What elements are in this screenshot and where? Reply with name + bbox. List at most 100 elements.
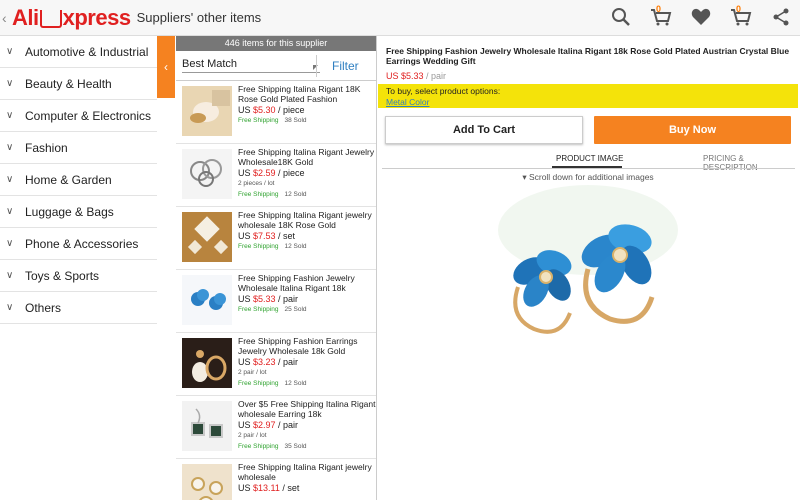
- aliexpress-logo[interactable]: Ali xpress: [12, 5, 131, 31]
- action-bar: ‹ Ali xpress Suppliers' other items 0 0: [0, 0, 800, 36]
- filter-button[interactable]: Filter: [332, 59, 359, 73]
- sort-label: Best Match: [182, 58, 238, 70]
- scroll-hint: ▾ Scroll down for additional images: [522, 172, 654, 182]
- item-name: Free Shipping Italina Rigant Jewelry Who…: [238, 147, 375, 167]
- chevron-down-icon: ∨: [6, 270, 14, 281]
- item-currency: US: [238, 168, 254, 178]
- free-shipping-label: Free Shipping: [238, 117, 279, 124]
- item-lot: 2 pair / lot: [238, 369, 267, 376]
- list-item[interactable]: Over $5 Free Shipping Italina Rigant who…: [176, 396, 376, 459]
- item-name: Free Shipping Italina Rigant 18K Rose Go…: [238, 84, 361, 104]
- cart-icon[interactable]: 0: [650, 4, 672, 28]
- product-image[interactable]: [492, 185, 684, 355]
- sort-dropdown[interactable]: Best Match: [182, 58, 320, 73]
- product-thumbnail: [182, 338, 232, 388]
- shopping-cart-icon[interactable]: 0: [730, 4, 752, 28]
- items-count-bar: 446 items for this supplier: [176, 36, 376, 51]
- category-item-toys-sports[interactable]: ∨ Toys & Sports: [0, 260, 157, 292]
- item-currency: US: [238, 420, 254, 430]
- item-currency: US: [238, 231, 254, 241]
- product-thumbnail: [182, 212, 232, 262]
- item-name: Free Shipping Italina Rigant jewelry who…: [238, 462, 372, 482]
- item-price: $5.33: [253, 294, 276, 304]
- item-name: Free Shipping Fashion Jewelry Wholesale …: [238, 273, 355, 293]
- product-thumbnail: [182, 275, 232, 325]
- chevron-down-icon: ∨: [6, 206, 14, 217]
- category-item-automotive[interactable]: ∨ Automotive & Industrial: [0, 36, 157, 68]
- category-label: Others: [25, 300, 62, 315]
- tab-pricing-description[interactable]: PRICING & DESCRIPTION: [703, 154, 798, 172]
- chevron-down-icon: ∨: [6, 302, 14, 313]
- list-item[interactable]: Free Shipping Italina Rigant jewelry who…: [176, 459, 376, 500]
- metal-color-option-link[interactable]: Metal Color: [386, 97, 798, 108]
- add-to-cart-button[interactable]: Add To Cart: [385, 116, 583, 144]
- chevron-down-icon: ∨: [6, 174, 14, 185]
- product-thumbnail: [182, 464, 232, 500]
- list-item[interactable]: Free Shipping Italina Rigant Jewelry Who…: [176, 144, 376, 207]
- sold-count: 12 Sold: [284, 380, 307, 387]
- item-price: $2.59: [253, 168, 276, 178]
- item-unit: / set: [275, 231, 296, 241]
- list-item[interactable]: Free Shipping Italina Rigant jewelry who…: [176, 207, 376, 270]
- page-title: Suppliers' other items: [136, 10, 262, 25]
- share-icon[interactable]: [770, 6, 792, 28]
- product-thumbnail: [182, 401, 232, 451]
- collapse-sidebar-button[interactable]: ‹: [157, 36, 175, 98]
- category-item-beauty-health[interactable]: ∨ Beauty & Health: [0, 68, 157, 100]
- cart-count-badge: 0: [656, 4, 662, 14]
- category-list: ∨ Automotive & Industrial ∨ Beauty & Healt…: [0, 36, 157, 500]
- item-price: $13.11: [253, 483, 280, 493]
- supplier-items-panel: 446 items for this supplier Best Match F…: [176, 36, 377, 500]
- logo-text-ali: Ali: [12, 4, 39, 30]
- logo-cart-icon: [39, 9, 62, 28]
- product-title: Free Shipping Fashion Jewelry Wholesale …: [386, 46, 790, 66]
- tab-product-image[interactable]: PRODUCT IMAGE: [556, 154, 623, 163]
- product-price-unit: / pair: [423, 71, 447, 81]
- category-label: Automotive & Industrial: [25, 44, 149, 59]
- product-detail-panel: Free Shipping Fashion Jewelry Wholesale …: [378, 36, 800, 500]
- category-label: Luggage & Bags: [25, 204, 114, 219]
- chevron-down-icon: ∨: [6, 78, 14, 89]
- chevron-down-icon: ∨: [6, 238, 14, 249]
- item-lot: 2 pair / lot: [238, 432, 267, 439]
- category-item-others[interactable]: ∨ Others: [0, 292, 157, 324]
- buy-now-button[interactable]: Buy Now: [594, 116, 791, 144]
- category-item-fashion[interactable]: ∨ Fashion: [0, 132, 157, 164]
- list-item[interactable]: Free Shipping Fashion Jewelry Wholesale …: [176, 270, 376, 333]
- back-icon[interactable]: ‹: [2, 10, 12, 26]
- product-price: US $5.33: [386, 71, 424, 81]
- category-item-home-garden[interactable]: ∨ Home & Garden: [0, 164, 157, 196]
- item-unit: / pair: [275, 357, 299, 367]
- item-name: Free Shipping Italina Rigant jewelry who…: [238, 210, 372, 230]
- chevron-down-icon: ∨: [6, 142, 14, 153]
- logo-text-xpress: xpress: [62, 4, 131, 30]
- item-currency: US: [238, 294, 254, 304]
- chevron-left-icon: ‹: [164, 60, 168, 74]
- category-item-phone-accessories[interactable]: ∨ Phone & Accessories: [0, 228, 157, 260]
- item-unit: / piece: [275, 105, 305, 115]
- product-thumbnail: [182, 86, 232, 136]
- item-unit: / piece: [275, 168, 305, 178]
- item-unit: / set: [279, 483, 300, 493]
- category-item-luggage-bags[interactable]: ∨ Luggage & Bags: [0, 196, 157, 228]
- free-shipping-label: Free Shipping: [238, 380, 279, 387]
- divider: [316, 55, 317, 77]
- item-price: $7.53: [253, 231, 276, 241]
- options-prompt: To buy, select product options:: [386, 86, 501, 96]
- list-item[interactable]: Free Shipping Italina Rigant 18K Rose Go…: [176, 81, 376, 144]
- chevron-down-icon: ∨: [6, 46, 14, 57]
- shopping-cart-count-badge: 0: [736, 4, 742, 14]
- item-name: Free Shipping Fashion Earrings Jewelry W…: [238, 336, 358, 356]
- item-name: Over $5 Free Shipping Italina Rigant who…: [238, 399, 376, 419]
- list-item[interactable]: Free Shipping Fashion Earrings Jewelry W…: [176, 333, 376, 396]
- free-shipping-label: Free Shipping: [238, 191, 279, 198]
- search-icon[interactable]: [610, 6, 632, 28]
- item-currency: US: [238, 483, 254, 493]
- category-label: Computer & Electronics: [25, 108, 152, 123]
- item-price: $3.23: [253, 357, 276, 367]
- sold-count: 12 Sold: [284, 243, 307, 250]
- category-item-computer-electronics[interactable]: ∨ Computer & Electronics: [0, 100, 157, 132]
- sold-count: 38 Sold: [284, 117, 307, 124]
- wishlist-heart-icon[interactable]: [690, 6, 712, 28]
- sold-count: 12 Sold: [284, 191, 307, 198]
